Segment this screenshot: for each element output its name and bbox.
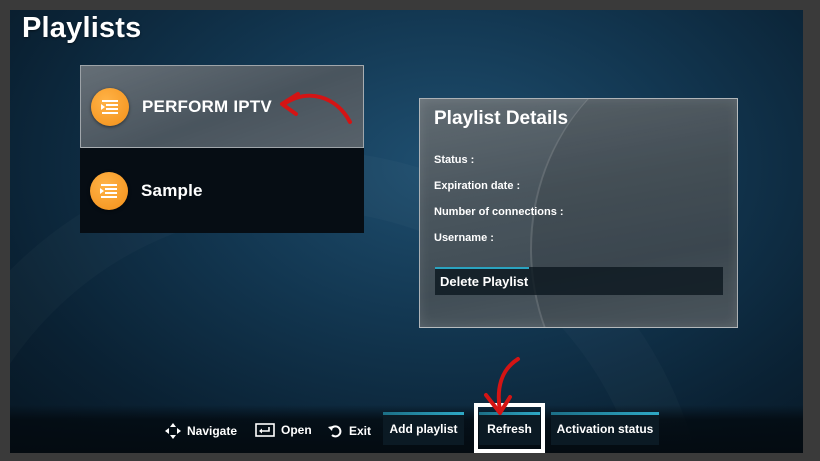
playlist-icon <box>91 87 129 126</box>
details-expiration-date: Expiration date : <box>434 180 521 192</box>
open-enter-icon <box>255 423 275 437</box>
details-status: Status : <box>434 154 475 166</box>
hint-navigate: Navigate <box>165 423 237 439</box>
hint-open-label: Open <box>281 423 312 437</box>
playlist-icon <box>90 171 128 210</box>
playlist-item-sample[interactable]: Sample <box>80 148 364 233</box>
playlist-label: Sample <box>141 180 203 200</box>
app-screen: Playlists PERFORM IPTV Sample Playlist D… <box>10 10 803 453</box>
playlist-label: PERFORM IPTV <box>142 96 272 116</box>
exit-back-icon <box>328 425 342 438</box>
hint-navigate-label: Navigate <box>187 424 238 438</box>
details-title: Playlist Details <box>434 108 569 129</box>
delete-playlist-button[interactable]: Delete Playlist <box>435 267 723 295</box>
details-username: Username : <box>434 232 494 244</box>
add-playlist-button[interactable]: Add playlist <box>383 412 464 445</box>
hint-open: Open <box>255 423 312 437</box>
hint-exit-label: Exit <box>349 424 372 438</box>
annotation-arrow-icon <box>484 357 520 415</box>
activation-status-button[interactable]: Activation status <box>551 412 659 445</box>
navigate-arrows-icon <box>165 423 181 439</box>
details-connections: Number of connections : <box>434 206 564 218</box>
page-title: Playlists <box>22 12 142 44</box>
annotation-arrow-icon <box>280 92 352 124</box>
delete-playlist-label: Delete Playlist <box>440 273 529 289</box>
playlist-details-panel: Playlist Details Status : Expiration dat… <box>419 98 738 328</box>
hint-exit: Exit <box>327 423 371 439</box>
